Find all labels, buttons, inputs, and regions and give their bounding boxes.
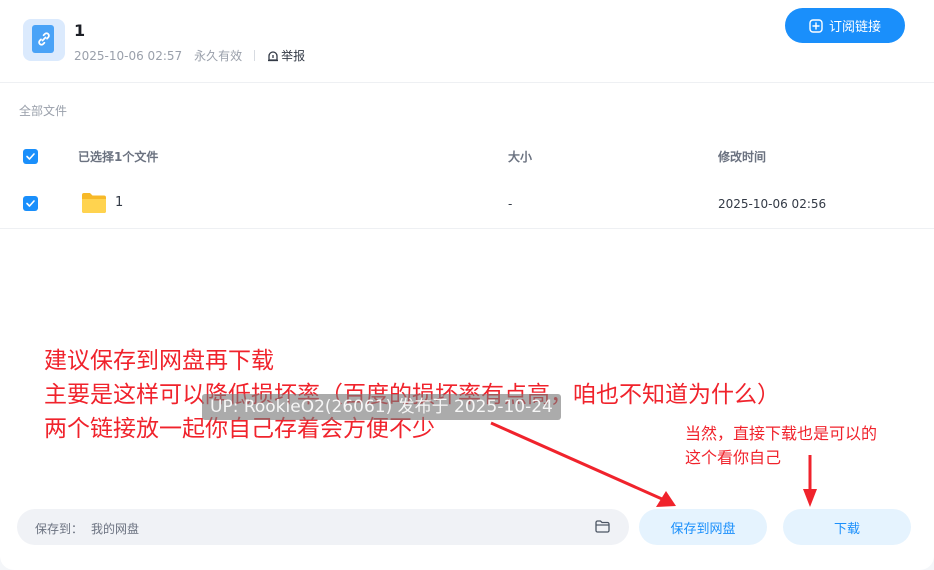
save-destination-bar[interactable]: 保存到： 我的网盘 — [17, 509, 629, 545]
share-page: 1 2025-10-06 02:57 永久有效 举报 订阅链接 全部文件 已选择… — [0, 0, 934, 570]
folder-picker-icon[interactable] — [595, 520, 610, 533]
download-button[interactable]: 下载 — [783, 509, 911, 545]
annotation-arrows — [490, 421, 817, 507]
save-to-netdisk-button[interactable]: 保存到网盘 — [639, 509, 767, 545]
save-to-label: 保存到： — [35, 522, 84, 536]
save-path: 我的网盘 — [91, 522, 140, 536]
arrow-to-save-button — [490, 421, 663, 501]
